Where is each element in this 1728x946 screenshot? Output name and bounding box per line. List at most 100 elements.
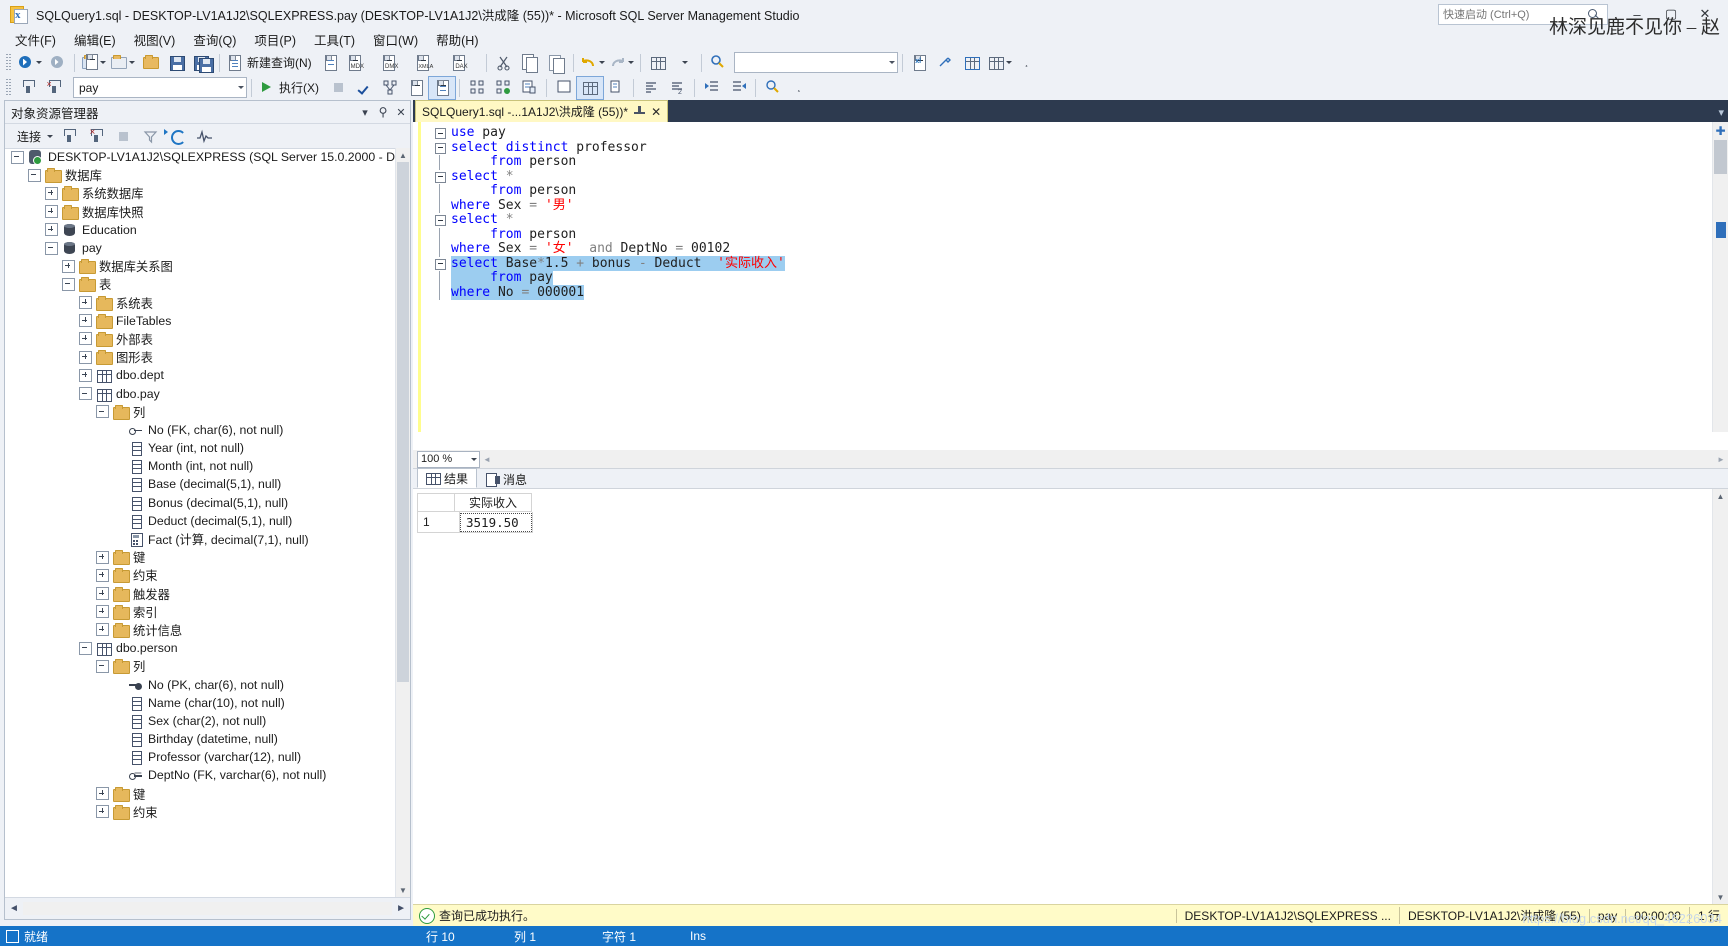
collapse-icon[interactable]	[79, 641, 92, 655]
collapse-icon[interactable]	[11, 150, 24, 164]
stop-icon[interactable]	[110, 125, 136, 147]
close-icon[interactable]: ✕	[392, 102, 410, 122]
scroll-up-icon[interactable]: ▲	[1713, 489, 1728, 503]
expand-icon[interactable]	[79, 296, 92, 310]
code-line[interactable]: where No = 000001	[435, 284, 1712, 300]
tree-item[interactable]: dbo.pay	[5, 384, 396, 402]
connect-button[interactable]: 连接	[11, 125, 55, 147]
expand-icon[interactable]	[79, 314, 92, 328]
tree-item[interactable]: 键	[5, 785, 396, 803]
navigate-back-button[interactable]	[15, 52, 44, 74]
window-list-button[interactable]	[985, 52, 1014, 74]
tree-item[interactable]: 约束	[5, 803, 396, 821]
expand-icon[interactable]	[96, 787, 109, 801]
tree-item[interactable]: No (PK, char(6), not null)	[5, 675, 396, 693]
new-query-button[interactable]: 新建查询(N)	[224, 52, 318, 74]
filter-icon[interactable]	[137, 125, 163, 147]
tree-item[interactable]: 表	[5, 275, 396, 293]
results-grid[interactable]: 实际收入 1 3519.50	[417, 493, 533, 533]
sql-code-text[interactable]: use pay select distinct professor from pe…	[435, 125, 1712, 432]
results-to-file-button[interactable]	[516, 77, 542, 99]
include-live-query-statistics-button[interactable]	[403, 77, 429, 99]
undo-button[interactable]	[578, 52, 607, 74]
activity-monitor-icon[interactable]	[191, 125, 217, 147]
refresh-icon[interactable]	[164, 125, 190, 147]
uncomment-button[interactable]: 2	[664, 77, 690, 99]
fold-toggle-icon[interactable]	[435, 142, 446, 154]
tree-item[interactable]: Deduct (decimal(5,1), null)	[5, 512, 396, 530]
tree-item[interactable]: Name (char(10), not null)	[5, 694, 396, 712]
code-hscrollbar[interactable]: ◄ ►	[480, 451, 1728, 467]
scroll-right-icon[interactable]: ►	[1714, 455, 1728, 464]
tree-item[interactable]: 触发器	[5, 585, 396, 603]
code-line[interactable]: select distinct professor	[435, 140, 1712, 156]
include-actual-plan-button[interactable]	[428, 75, 456, 100]
comment-button[interactable]	[638, 77, 664, 99]
paste-button[interactable]	[543, 52, 569, 74]
tree-item[interactable]: dbo.dept	[5, 366, 396, 384]
navigate-forward-button[interactable]	[44, 52, 70, 74]
collapse-icon[interactable]	[62, 277, 75, 291]
results-to-grid-button[interactable]	[490, 77, 516, 99]
chevron-down-icon[interactable]: ▾	[356, 102, 374, 122]
dmx-query-button[interactable]: DMX	[378, 52, 412, 74]
tree-item[interactable]: 数据库快照	[5, 203, 396, 221]
scroll-thumb[interactable]	[1714, 140, 1727, 174]
scroll-up-icon[interactable]: ▲	[396, 148, 410, 162]
mdx-query-button[interactable]: MDX	[344, 52, 378, 74]
tree-item[interactable]: Base (decimal(5,1), null)	[5, 475, 396, 493]
object-explorer-vscrollbar[interactable]: ▲ ▼	[395, 148, 410, 897]
tree-item[interactable]: Bonus (decimal(5,1), null)	[5, 494, 396, 512]
debug-button[interactable]	[15, 77, 41, 99]
new-project-button[interactable]	[79, 52, 108, 74]
tree-item[interactable]: dbo.person	[5, 639, 396, 657]
copy-button[interactable]	[517, 52, 543, 74]
tree-item[interactable]: 约束	[5, 566, 396, 584]
tree-item[interactable]: Education	[5, 221, 396, 239]
redo-button[interactable]	[607, 52, 636, 74]
tree-item[interactable]: 系统表	[5, 294, 396, 312]
menu-item-edit[interactable]: 编辑(E)	[65, 28, 125, 51]
expand-icon[interactable]	[62, 259, 75, 273]
dax-query-button[interactable]: DAX	[448, 52, 481, 74]
save-all-button[interactable]	[189, 52, 215, 74]
tab-messages[interactable]: 消息	[477, 470, 536, 488]
parse-button[interactable]	[351, 77, 377, 99]
menu-item-project[interactable]: 项目(P)	[245, 28, 305, 51]
collapse-icon[interactable]	[45, 241, 58, 255]
code-line[interactable]: select *	[435, 212, 1712, 228]
pin-icon[interactable]	[634, 105, 646, 118]
toggle-solution-explorer-button[interactable]	[645, 52, 671, 74]
deploy-button[interactable]	[959, 52, 985, 74]
code-line[interactable]: use pay	[435, 125, 1712, 141]
tree-item[interactable]: 列	[5, 403, 396, 421]
tree-item[interactable]: 列	[5, 657, 396, 675]
fold-toggle-icon[interactable]	[435, 258, 446, 270]
tree-item[interactable]: 数据库	[5, 166, 396, 184]
results-to-text-button[interactable]	[551, 77, 577, 99]
pin-icon[interactable]: ⚲	[374, 102, 392, 122]
expand-icon[interactable]	[96, 623, 109, 637]
display-estimated-plan-button[interactable]	[377, 77, 403, 99]
results-to-file-toggle[interactable]	[603, 77, 629, 99]
collapse-icon[interactable]	[96, 659, 109, 673]
code-line[interactable]: select Base*1.5 + bonus - Deduct '实际收入'	[435, 255, 1712, 272]
tab-sqlquery1[interactable]: SQLQuery1.sql -...1A1J2\洪成隆 (55))* ✕	[415, 100, 669, 122]
row-number[interactable]: 1	[417, 512, 459, 533]
tree-item[interactable]: pay	[5, 239, 396, 257]
toolbar-options-button[interactable]: ¸	[1014, 52, 1040, 74]
expand-icon[interactable]	[45, 205, 58, 219]
code-line[interactable]: from pay	[435, 270, 1712, 286]
stop-button[interactable]	[325, 77, 351, 99]
tree-item[interactable]: 数据库关系图	[5, 257, 396, 275]
add-icon[interactable]: ✚	[1714, 124, 1727, 138]
tree-item[interactable]: DESKTOP-LV1A1J2\SQLEXPRESS (SQL Server 1…	[5, 148, 396, 166]
chevron-down-icon[interactable]: ▾	[1718, 106, 1724, 119]
tree-item[interactable]: Birthday (datetime, null)	[5, 730, 396, 748]
code-line[interactable]: from person	[435, 227, 1712, 242]
include-client-statistics-button[interactable]	[464, 77, 490, 99]
fold-toggle-icon[interactable]	[435, 215, 446, 226]
open-analysis-button[interactable]: xl	[907, 52, 933, 74]
collapse-icon[interactable]	[96, 405, 109, 419]
fold-toggle-icon[interactable]	[435, 128, 446, 139]
